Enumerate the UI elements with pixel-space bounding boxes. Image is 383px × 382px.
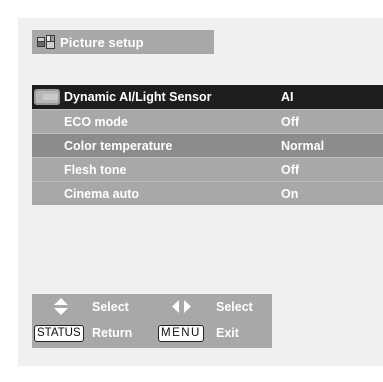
menu-item-label: Cinema auto bbox=[64, 187, 140, 201]
menu-item-value: Off bbox=[281, 115, 300, 129]
leftright-select-label: Select bbox=[216, 300, 253, 314]
selection-cursor-icon bbox=[34, 88, 60, 106]
menu-item-dynamic-ai-light-sensor[interactable]: Dynamic AI/Light Sensor AI bbox=[32, 85, 383, 109]
menu-item-label: Color temperature bbox=[64, 139, 173, 153]
osd-screen: Picture setup Dynamic AI/Light Sensor AI… bbox=[18, 18, 383, 366]
menu-item-value: On bbox=[281, 187, 299, 201]
menu-item-flesh-tone[interactable]: Flesh tone Off bbox=[32, 157, 383, 181]
picture-setup-icon bbox=[37, 35, 55, 49]
menu-item-value: AI bbox=[281, 90, 294, 104]
menu-item-value: Normal bbox=[281, 139, 325, 153]
page-title: Picture setup bbox=[60, 34, 144, 50]
updown-select-label: Select bbox=[92, 300, 129, 314]
menu-item-value: Off bbox=[281, 163, 300, 177]
status-key: STATUS bbox=[34, 325, 84, 342]
up-down-arrow-icon bbox=[54, 298, 68, 321]
menu-item-eco-mode[interactable]: ECO mode Off bbox=[32, 109, 383, 133]
menu-item-label: Flesh tone bbox=[64, 163, 127, 177]
settings-menu: Dynamic AI/Light Sensor AI ECO mode Off … bbox=[32, 85, 383, 205]
menu-header: Picture setup bbox=[32, 30, 214, 54]
button-guide: Select Select STATUS Return MENU Exit bbox=[32, 294, 272, 348]
return-label: Return bbox=[92, 326, 133, 340]
menu-item-label: Dynamic AI/Light Sensor bbox=[64, 90, 212, 104]
menu-key: MENU bbox=[158, 325, 204, 342]
menu-item-color-temperature[interactable]: Color temperature Normal bbox=[32, 133, 383, 157]
menu-item-label: ECO mode bbox=[64, 115, 128, 129]
exit-label: Exit bbox=[216, 326, 239, 340]
left-right-arrow-icon bbox=[172, 300, 191, 318]
menu-item-cinema-auto[interactable]: Cinema auto On bbox=[32, 181, 383, 205]
